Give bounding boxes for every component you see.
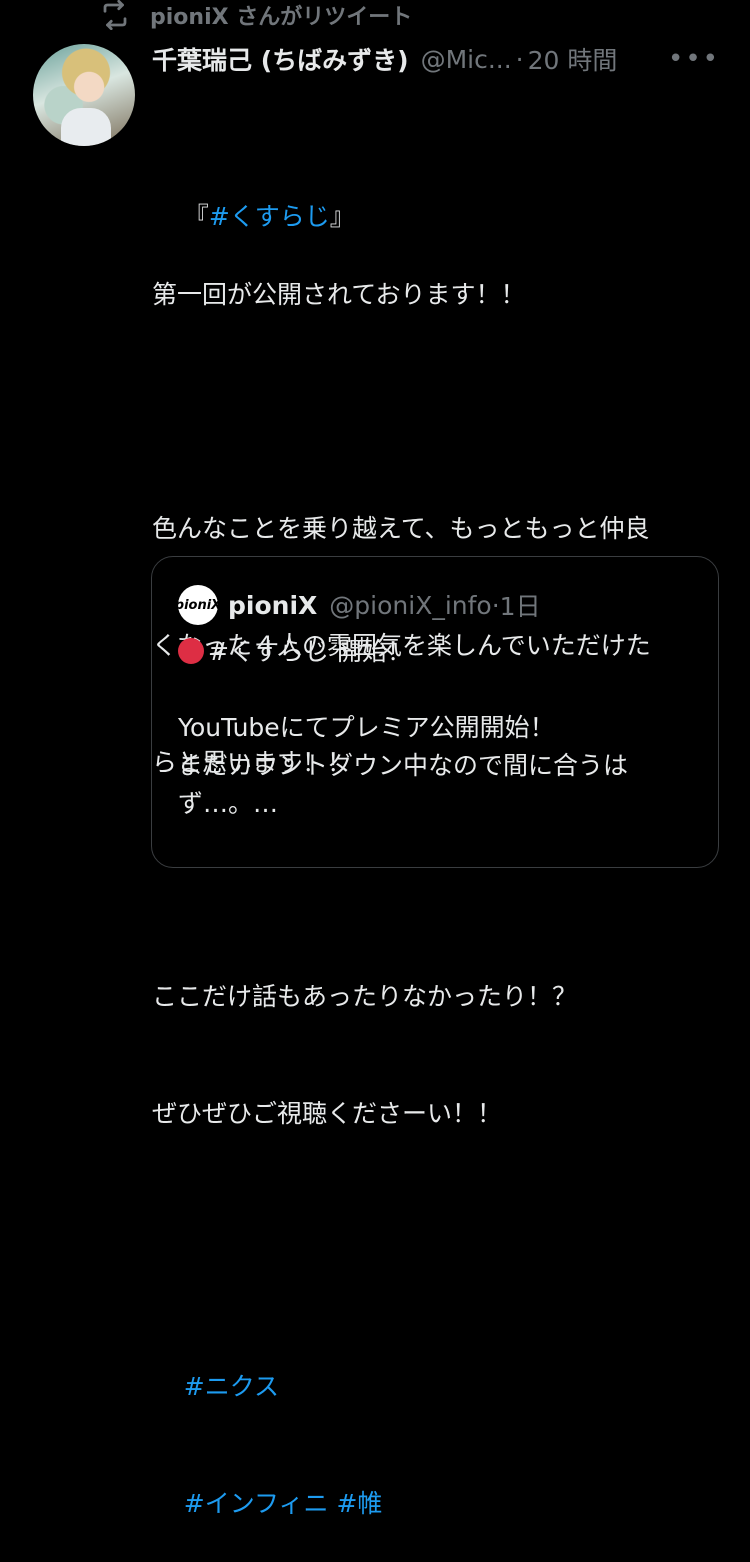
author-avatar[interactable]	[33, 44, 135, 146]
tweet-time[interactable]: 20 時間	[528, 41, 618, 77]
quoted-tweet-card[interactable]: pioniX pioniX @pioniX_info · 1日 #くすらじ 開始…	[151, 556, 719, 868]
quoted-line: まだカウントダウン中なので間に合うは	[178, 751, 629, 780]
quoted-line: #くすらじ 開始！	[178, 633, 698, 671]
red-circle-icon	[178, 638, 204, 664]
tweet-header: 千葉瑞己 (ちばみずき) @Mic... · 20 時間	[152, 42, 730, 76]
retweet-label: pioniX さんがリツイート	[150, 5, 413, 30]
more-options-icon[interactable]: •••	[668, 44, 720, 74]
tweet-line	[152, 1211, 727, 1250]
tweet-line	[152, 392, 727, 431]
hashtag-link[interactable]: #くすらじ	[209, 202, 330, 231]
tweet-line: 『#くすらじ』	[183, 202, 355, 231]
author-name[interactable]: 千葉瑞己 (ちばみずき)	[152, 41, 409, 77]
hashtag-link[interactable]: #ニクス	[184, 1372, 279, 1401]
tweet-line: ぜひぜひご視聴くださーい！！	[152, 1099, 503, 1128]
quoted-author-avatar[interactable]: pioniX	[175, 585, 221, 625]
quoted-tweet-body: #くすらじ 開始！ YouTubeにてプレミア公開開始！ まだカウントダウン中な…	[178, 633, 698, 823]
retweet-icon	[103, 0, 127, 30]
separator-dot: ·	[515, 44, 524, 74]
hashtag-link[interactable]: #帷	[336, 1489, 382, 1518]
quoted-author-name[interactable]: pioniX	[228, 591, 317, 620]
tweet-line: 色んなことを乗り越えて、もっともっと仲良	[152, 514, 650, 543]
separator-dot: ·	[491, 590, 500, 620]
author-handle[interactable]: @Mic...	[421, 45, 512, 74]
quoted-line	[178, 671, 698, 709]
quoted-author-handle[interactable]: @pioniX_info	[329, 591, 491, 620]
quoted-tweet-header: pioniX pioniX @pioniX_info · 1日	[175, 585, 541, 625]
tweet-line: ここだけ話もあったりなかったり！？	[152, 982, 578, 1011]
hashtag-line: #ニクス	[152, 1328, 727, 1401]
quoted-tweet-time[interactable]: 1日	[500, 587, 541, 623]
hashtag-link[interactable]: #インフィニ	[184, 1489, 329, 1518]
tweet-line: 第一回が公開されております！！	[152, 280, 526, 309]
quoted-line: ず…。…	[178, 789, 279, 818]
retweet-indicator: pioniX さんがリツイート	[100, 0, 412, 30]
quoted-line: YouTubeにてプレミア公開開始！	[178, 713, 555, 742]
hashtag-line: #インフィニ #帷	[152, 1445, 727, 1518]
